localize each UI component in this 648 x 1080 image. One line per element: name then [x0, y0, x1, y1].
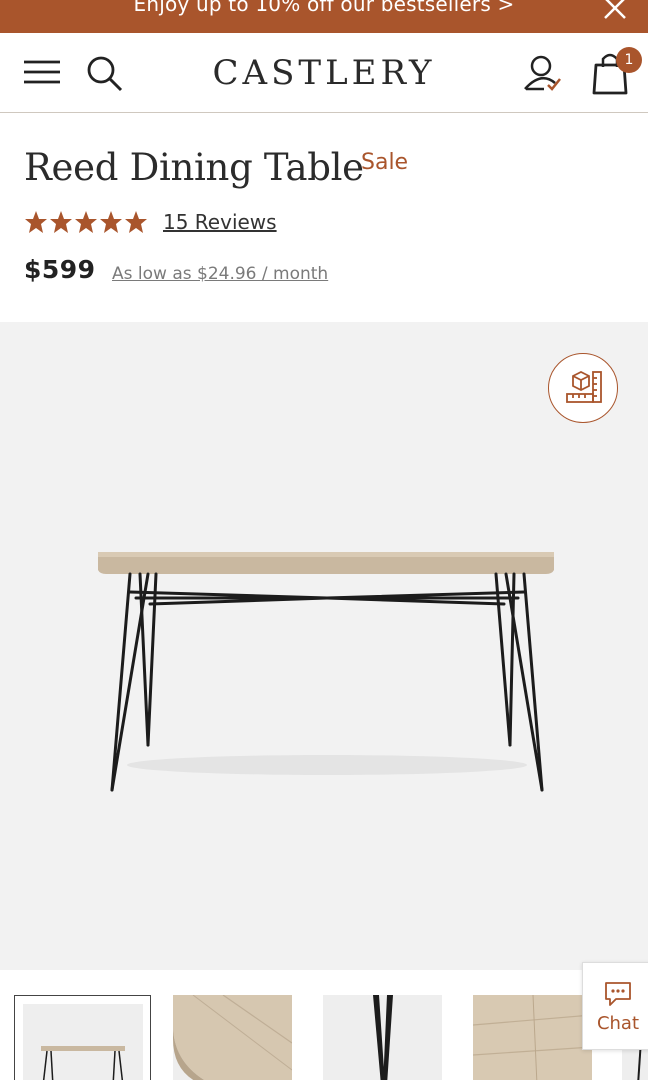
ar-view-icon: [566, 370, 602, 403]
chat-widget-button[interactable]: Chat: [582, 962, 648, 1050]
promo-text[interactable]: Enjoy up to 10% off our bestsellers >: [0, 0, 648, 16]
rating-stars: [25, 211, 147, 233]
chat-bubble-icon: [605, 982, 631, 1006]
thumbnail-hairpin-leg[interactable]: [323, 995, 442, 1080]
installment-link[interactable]: As low as $24.96 / month: [112, 264, 328, 284]
account-icon[interactable]: [522, 53, 564, 95]
site-header: CASTLERY 1: [0, 33, 648, 113]
product-title: Reed Dining Table: [24, 146, 364, 189]
thumbnail-strip[interactable]: [0, 975, 648, 1080]
view-in-room-button[interactable]: [548, 353, 618, 423]
thumbnail-wood-detail[interactable]: [473, 995, 592, 1080]
cart-count-badge: 1: [616, 47, 642, 73]
thumbnail-tabletop-corner[interactable]: [173, 995, 292, 1080]
reviews-link[interactable]: 15 Reviews: [163, 210, 277, 234]
product-price: $599: [24, 255, 96, 284]
thumbnail-table-front[interactable]: [14, 995, 151, 1080]
chat-label: Chat: [596, 1013, 640, 1034]
sale-badge: Sale: [361, 150, 409, 175]
promo-banner[interactable]: Enjoy up to 10% off our bestsellers >: [0, 0, 648, 33]
dining-table-image: [98, 552, 554, 792]
close-icon[interactable]: [600, 0, 630, 26]
